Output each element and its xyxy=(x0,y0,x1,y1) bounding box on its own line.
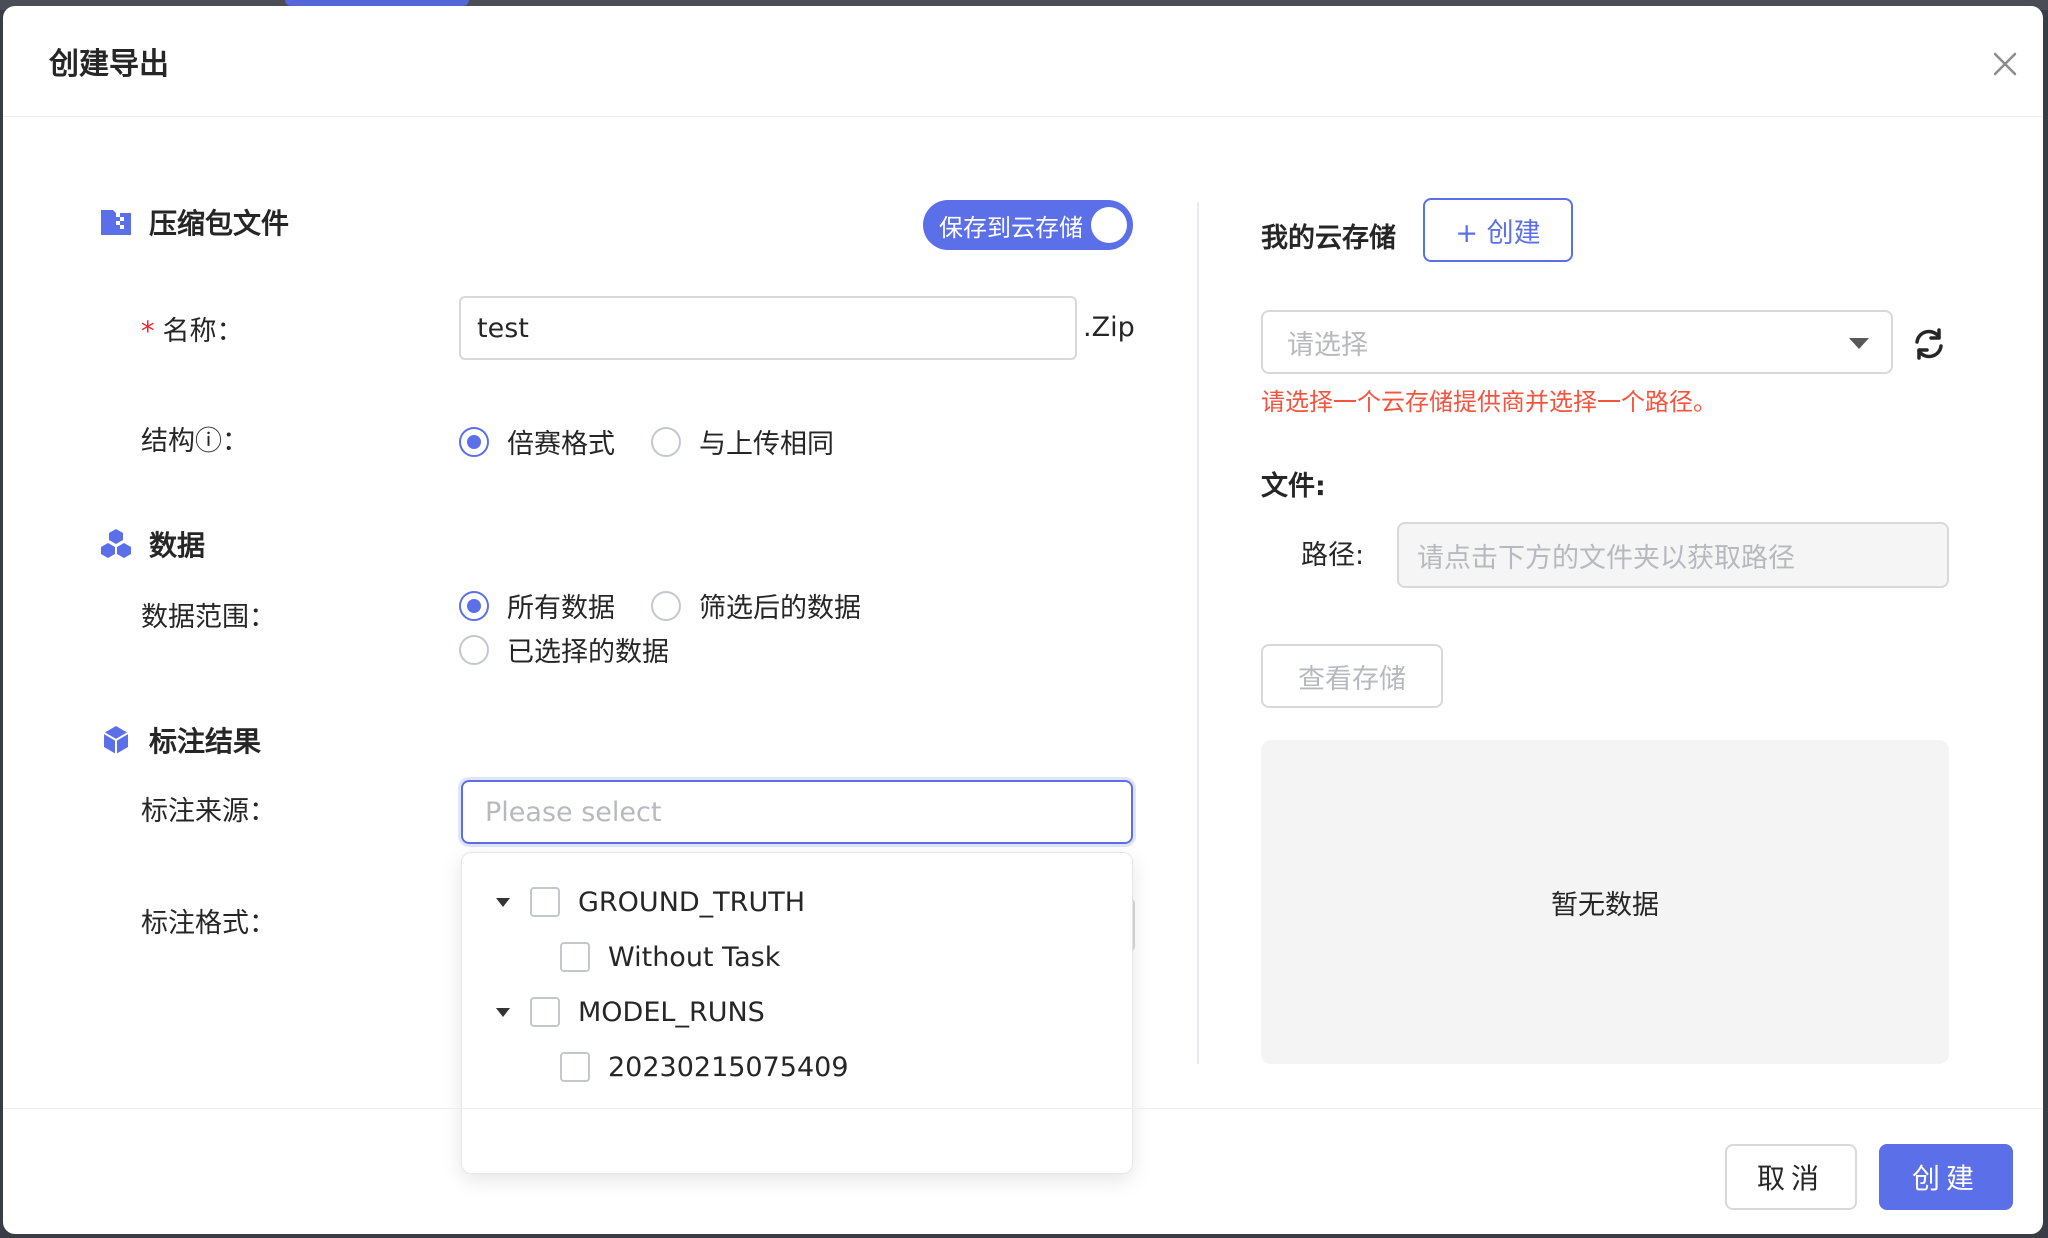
structure-label: 结构ⓘ： xyxy=(141,426,249,457)
caret-down-icon xyxy=(1849,338,1869,349)
vertical-divider xyxy=(1197,202,1199,1064)
tree-node-label: GROUND_TRUTH xyxy=(578,886,805,918)
path-label: 路径: xyxy=(1301,540,1365,571)
modal-header: 创建导出 xyxy=(3,6,2043,117)
modal-title: 创建导出 xyxy=(49,47,169,82)
path-input[interactable]: 请点击下方的文件夹以获取路径 xyxy=(1397,522,1949,588)
annotation-format-label: 标注格式： xyxy=(141,908,276,939)
radio-label: 所有数据 xyxy=(507,593,615,624)
structure-option-baisai[interactable]: 倍赛格式 xyxy=(459,422,615,461)
range-option-selected[interactable]: 已选择的数据 xyxy=(459,630,669,669)
radio-unchecked xyxy=(651,426,681,457)
storage-empty-state: 暂无数据 xyxy=(1261,740,1949,1064)
radio-label: 已选择的数据 xyxy=(507,637,669,668)
cloud-select-placeholder: 请选择 xyxy=(1287,329,1368,361)
create-cloud-storage-button[interactable]: + 创建 xyxy=(1423,198,1573,262)
view-storage-button[interactable]: 查看存储 xyxy=(1261,644,1443,708)
checkbox[interactable] xyxy=(560,1052,590,1082)
radio-unchecked xyxy=(459,634,489,665)
tree-node-model-runs[interactable]: MODEL_RUNS xyxy=(496,987,765,1037)
data-range-label: 数据范围： xyxy=(141,602,276,633)
data-section-header: 数据 xyxy=(99,524,205,564)
empty-text: 暂无数据 xyxy=(1551,889,1659,921)
cubes-icon xyxy=(99,527,133,561)
radio-checked xyxy=(459,590,489,621)
annotation-section-title: 标注结果 xyxy=(149,725,262,758)
required-mark: * xyxy=(141,316,155,347)
name-input[interactable]: test xyxy=(459,296,1077,360)
footer-divider xyxy=(3,1108,2043,1109)
tree-node-label: Without Task xyxy=(608,941,781,973)
toggle-knob xyxy=(1091,207,1127,243)
create-button[interactable]: 创建 xyxy=(1879,1144,2013,1210)
cloud-storage-error: 请选择一个云存储提供商并选择一个路径。 xyxy=(1261,388,1717,416)
save-to-cloud-toggle[interactable]: 保存到云存储 xyxy=(923,200,1133,250)
checkbox[interactable] xyxy=(560,942,590,972)
export-modal: 创建导出 压缩包文件 保存到云存储 * 名称： test .Zip 结构ⓘ： 倍赛… xyxy=(3,6,2043,1234)
name-label-text: 名称： xyxy=(162,316,244,347)
structure-option-same-as-upload[interactable]: 与上传相同 xyxy=(651,422,834,461)
tree-node-label: MODEL_RUNS xyxy=(578,996,765,1028)
annotation-source-dropdown: GROUND_TRUTH Without Task MODEL_RUNS 202… xyxy=(461,852,1133,1174)
close-icon[interactable] xyxy=(1985,44,2025,84)
radio-label: 倍赛格式 xyxy=(507,429,615,460)
annotation-source-label: 标注来源： xyxy=(141,796,276,827)
annotation-section-header: 标注结果 xyxy=(99,720,261,760)
save-to-cloud-label: 保存到云存储 xyxy=(939,213,1083,242)
radio-checked xyxy=(459,426,489,457)
archive-section-header: 压缩包文件 xyxy=(99,202,289,242)
data-section-title: 数据 xyxy=(149,529,206,562)
cube-icon xyxy=(99,723,133,757)
tree-node-label: 20230215075409 xyxy=(608,1051,849,1083)
file-label: 文件: xyxy=(1261,471,1326,502)
cancel-button[interactable]: 取消 xyxy=(1725,1144,1857,1210)
tree-node-without-task[interactable]: Without Task xyxy=(560,932,780,982)
zip-file-icon xyxy=(99,205,133,239)
caret-down-icon[interactable] xyxy=(496,897,510,907)
refresh-icon[interactable] xyxy=(1909,324,1949,364)
radio-label: 筛选后的数据 xyxy=(699,593,861,624)
tree-node-model-run-20230215075409[interactable]: 20230215075409 xyxy=(560,1042,849,1092)
caret-down-icon[interactable] xyxy=(496,1007,510,1017)
checkbox[interactable] xyxy=(530,887,560,917)
name-suffix: .Zip xyxy=(1083,312,1135,343)
cloud-storage-title: 我的云存储 xyxy=(1261,223,1396,254)
tree-node-ground-truth[interactable]: GROUND_TRUTH xyxy=(496,877,805,927)
radio-unchecked xyxy=(651,590,681,621)
name-label: * 名称： xyxy=(141,312,244,352)
range-option-all[interactable]: 所有数据 xyxy=(459,586,615,625)
annotation-source-select[interactable]: Please select xyxy=(461,780,1133,844)
cloud-storage-select[interactable]: 请选择 xyxy=(1261,310,1893,374)
archive-section-title: 压缩包文件 xyxy=(149,207,290,240)
radio-label: 与上传相同 xyxy=(699,429,834,460)
checkbox[interactable] xyxy=(530,997,560,1027)
range-option-filtered[interactable]: 筛选后的数据 xyxy=(651,586,861,625)
